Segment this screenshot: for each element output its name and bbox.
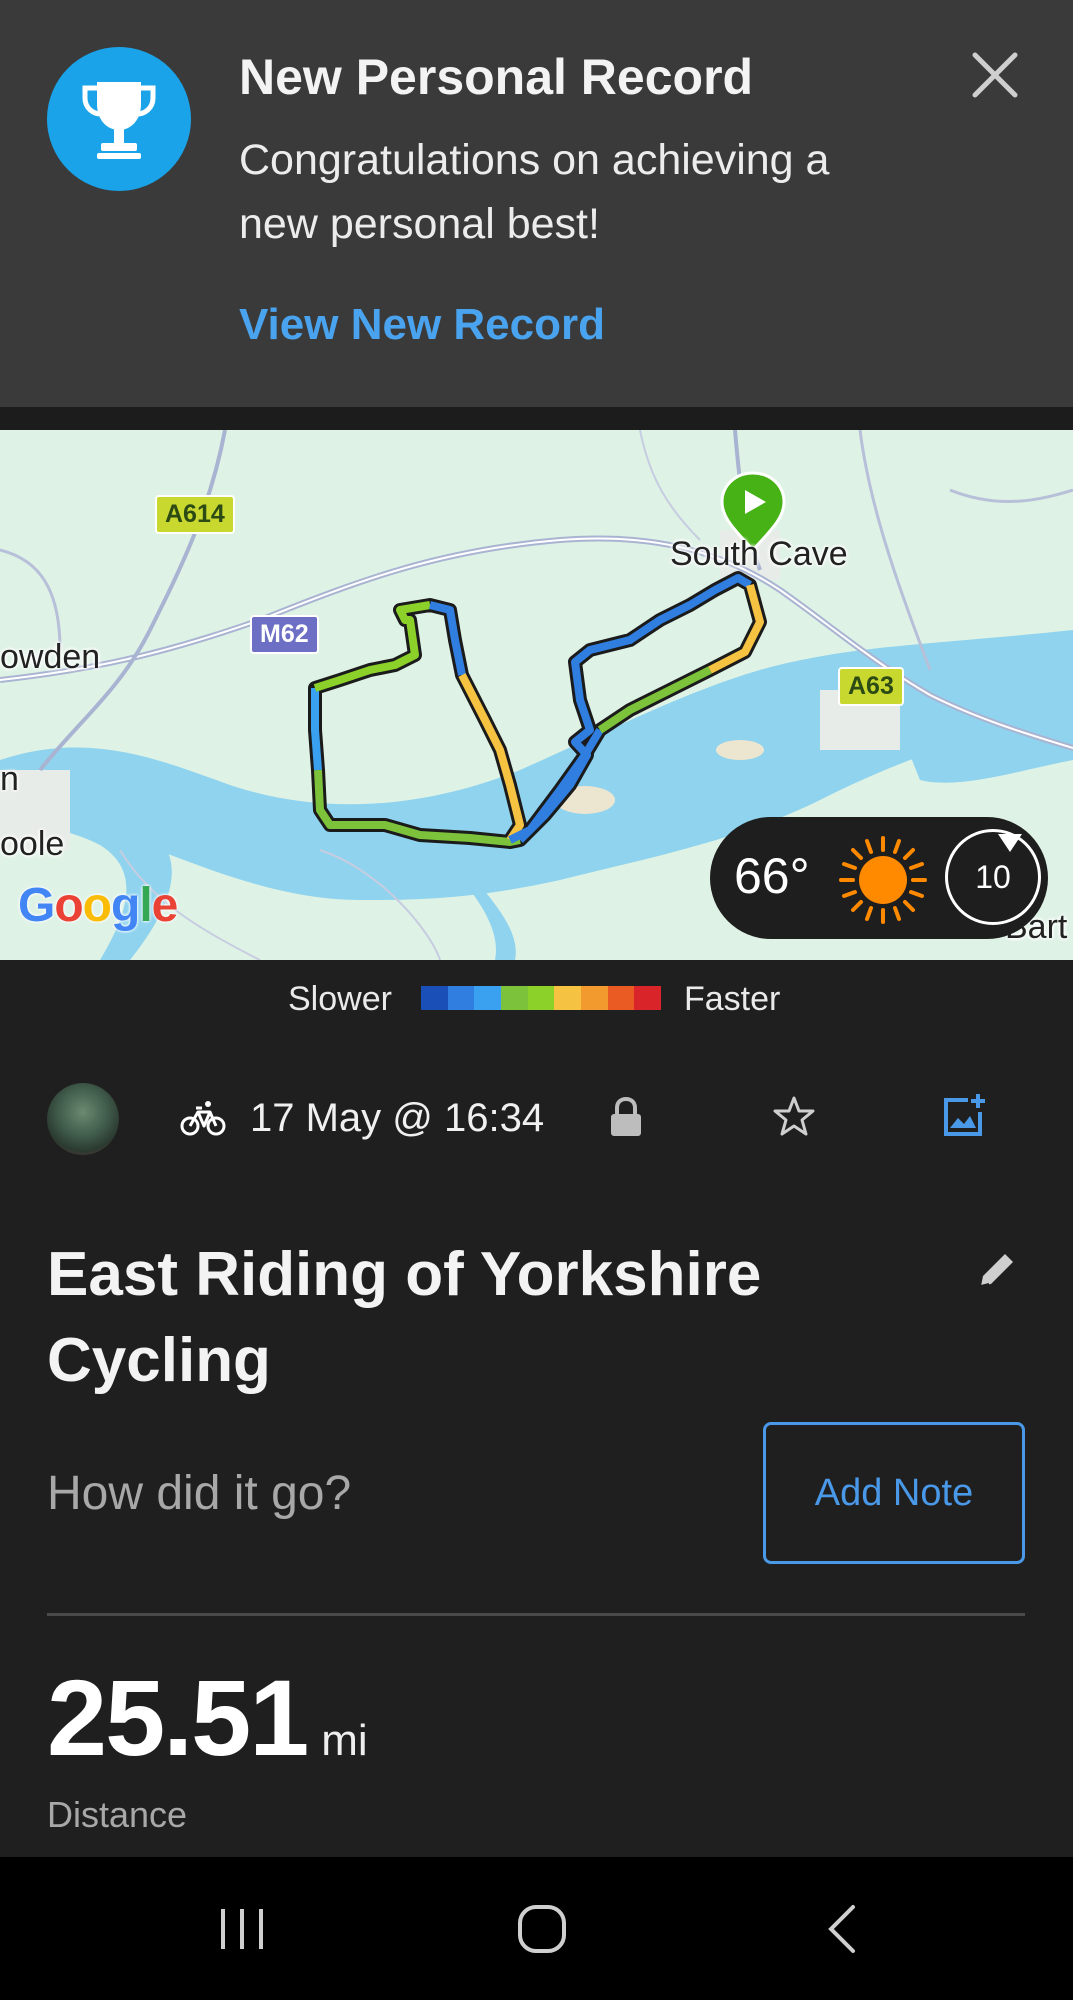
wind-speed-indicator: 10 xyxy=(945,829,1041,925)
personal-record-notification: New Personal Record Congratulations on a… xyxy=(0,0,1073,407)
trophy-icon xyxy=(47,47,191,191)
notification-body: Congratulations on achieving a new perso… xyxy=(239,136,830,248)
distance-label: Distance xyxy=(47,1794,188,1835)
activity-meta-row: 17 May @ 16:34 xyxy=(0,1080,1073,1160)
distance-stat: 25.51 mi xyxy=(47,1655,368,1780)
notification-title: New Personal Record xyxy=(239,49,754,105)
place-label-owden: owden xyxy=(0,638,101,676)
system-navigation-bar xyxy=(0,1857,1073,2000)
place-label-oole: oole xyxy=(0,825,65,863)
view-new-record-link[interactable]: View New Record xyxy=(239,300,605,350)
road-label-a614: A614 xyxy=(155,495,235,534)
wind-direction-icon xyxy=(998,834,1022,852)
legend-faster: Faster xyxy=(684,980,781,1018)
star-icon[interactable] xyxy=(772,1094,816,1143)
activity-title: East Riding of Yorkshire Cycling xyxy=(47,1240,762,1395)
section-gap xyxy=(0,407,1073,430)
route-map[interactable]: A614 M62 A63 South Cave owden oole Bart … xyxy=(0,430,1073,960)
place-label-n: n xyxy=(0,760,19,798)
distance-value: 25.51 xyxy=(47,1657,309,1778)
activity-date: 17 May @ 16:34 xyxy=(250,1096,545,1140)
distance-unit: mi xyxy=(321,1716,368,1765)
place-label-south-cave: South Cave xyxy=(670,535,848,573)
speed-color-bar xyxy=(421,986,662,1010)
google-logo: Google xyxy=(18,879,178,932)
divider xyxy=(47,1613,1025,1616)
how-did-it-go-prompt: How did it go? xyxy=(47,1467,352,1520)
edit-icon[interactable] xyxy=(975,1248,1019,1297)
home-icon[interactable] xyxy=(442,1857,642,2000)
activity-screen: New Personal Record Congratulations on a… xyxy=(0,0,1073,2000)
recent-apps-icon[interactable] xyxy=(142,1857,342,2000)
temperature: 66° xyxy=(734,848,810,904)
avatar[interactable] xyxy=(47,1083,119,1155)
road-label-m62: M62 xyxy=(250,615,319,654)
bicycle-icon xyxy=(180,1098,226,1143)
add-photo-icon[interactable] xyxy=(940,1092,988,1145)
close-icon[interactable] xyxy=(965,45,1025,105)
speed-legend: Slower Faster xyxy=(0,960,1073,1040)
sun-icon xyxy=(835,832,931,933)
legend-slower: Slower xyxy=(288,980,392,1018)
lock-icon[interactable] xyxy=(608,1096,644,1143)
road-label-a63: A63 xyxy=(838,667,904,706)
back-icon[interactable] xyxy=(742,1857,942,2000)
add-note-button[interactable]: Add Note xyxy=(763,1422,1025,1564)
wind-speed-value: 10 xyxy=(975,858,1011,895)
weather-pill: 66° 10 xyxy=(710,817,1048,939)
